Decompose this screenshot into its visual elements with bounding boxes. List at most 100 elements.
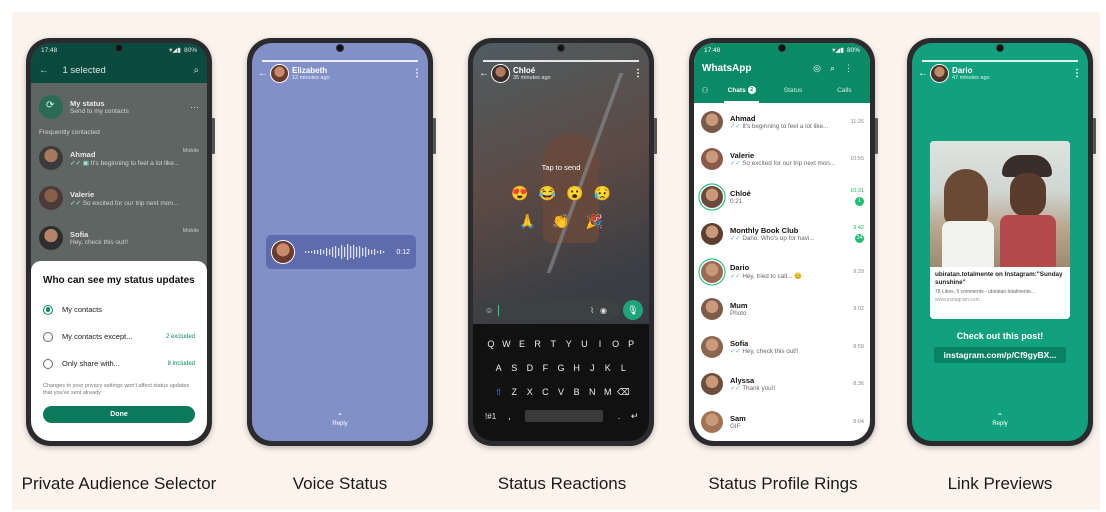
key[interactable]: P <box>623 339 639 349</box>
avatar[interactable] <box>701 148 723 171</box>
search-icon[interactable]: ⌕ <box>830 63 844 73</box>
more-vert-icon[interactable]: ⋮ <box>633 68 643 79</box>
avatar[interactable] <box>701 373 723 396</box>
attach-icon[interactable]: ⌇ <box>590 306 600 315</box>
status-ring-avatar[interactable] <box>701 260 723 283</box>
back-arrow-icon[interactable]: ← <box>258 68 268 79</box>
reply-button[interactable]: ⌃ Reply <box>252 413 428 428</box>
chat-row[interactable]: Mum Photo 9:02 <box>694 291 870 329</box>
contact-preview: Hey, check this out!! <box>70 239 129 246</box>
radio-selected[interactable] <box>43 304 53 315</box>
key[interactable]: M <box>600 387 616 397</box>
key[interactable]: R <box>530 339 546 349</box>
option-only-share[interactable]: Only share with... 8 included <box>43 350 195 377</box>
list-item[interactable]: Ahmad ✓✓ ▣ It's beginning to feel a lot … <box>31 138 207 178</box>
option-contacts-except[interactable]: My contacts except... 2 excluded <box>43 323 195 350</box>
back-arrow-icon[interactable]: ← <box>479 68 489 79</box>
my-status-row[interactable]: ⟳ My status Send to my contacts ··· <box>31 87 207 127</box>
key[interactable]: E <box>514 339 530 349</box>
comma-key[interactable]: , <box>502 411 518 421</box>
key[interactable]: C <box>538 387 554 397</box>
key[interactable]: B <box>569 387 585 397</box>
more-vert-icon[interactable]: ⋮ <box>1072 68 1082 79</box>
key[interactable]: S <box>506 363 522 373</box>
chat-row[interactable]: Sam GIF 8:04 <box>694 403 870 441</box>
status-link[interactable]: instagram.com/p/Cf9gyBX... <box>934 347 1066 363</box>
done-button[interactable]: Done <box>43 405 195 423</box>
tab-status[interactable]: Status <box>767 79 818 103</box>
chat-preview: ✓✓ Hey, tried to call... 😊 <box>730 273 802 281</box>
chat-row[interactable]: Dario ✓✓ Hey, tried to call... 😊 9:29 <box>694 253 870 291</box>
status-ring-avatar[interactable] <box>701 185 723 208</box>
more-vert-icon[interactable]: ⋮ <box>412 68 422 79</box>
key[interactable]: J <box>584 363 600 373</box>
radio[interactable] <box>43 331 53 342</box>
key[interactable]: D <box>522 363 538 373</box>
emoji-icon[interactable]: ☺ <box>485 306 493 315</box>
reaction-party[interactable]: 🎉 <box>586 213 603 230</box>
reaction-surprised[interactable]: 😮 <box>566 185 583 202</box>
list-item[interactable]: Valerie ✓✓ So excited for our trip next … <box>31 178 207 218</box>
reaction-clap[interactable]: 👏 <box>552 213 569 230</box>
key[interactable]: L <box>616 363 632 373</box>
back-arrow-icon[interactable]: ← <box>918 68 928 79</box>
chat-row[interactable]: Alyssa ✓✓ Thank you!! 8:36 <box>694 366 870 404</box>
camera-icon[interactable]: ◎ <box>813 63 830 73</box>
status-text: Check out this post! <box>956 331 1044 341</box>
voice-note[interactable]: 0:12 <box>266 235 416 269</box>
reaction-heart-eyes[interactable]: 😍 <box>511 185 528 202</box>
reply-input[interactable]: ☺ ⌇◉ <box>479 300 619 320</box>
community-icon[interactable]: ⚇ <box>694 79 716 103</box>
chat-name: Sam <box>730 413 746 423</box>
chat-row[interactable]: Monthly Book Club ✓✓ Dario: Who's up for … <box>694 216 870 254</box>
avatar[interactable] <box>701 410 723 433</box>
key[interactable]: I <box>592 339 608 349</box>
enter-key[interactable]: ↵ <box>627 411 643 422</box>
key[interactable]: U <box>577 339 593 349</box>
option-my-contacts[interactable]: My contacts <box>43 296 195 323</box>
tab-chats[interactable]: Chats 2 <box>716 79 767 103</box>
key[interactable]: A <box>491 363 507 373</box>
symbols-key[interactable]: !#1 <box>480 412 502 421</box>
status-header: ← Elizabeth 12 minutes ago ⋮ <box>258 65 422 82</box>
avatar[interactable] <box>701 298 723 321</box>
tab-calls[interactable]: Calls <box>819 79 870 103</box>
key[interactable]: N <box>584 387 600 397</box>
key[interactable]: K <box>600 363 616 373</box>
list-item[interactable]: Sofia Hey, check this out!! Mobile <box>31 218 207 258</box>
back-arrow-icon[interactable]: ← <box>39 65 49 76</box>
avatar[interactable] <box>701 335 723 358</box>
reaction-laugh[interactable]: 😂 <box>539 185 556 202</box>
key[interactable]: H <box>569 363 585 373</box>
chat-row[interactable]: Chloé 0:21 10:31 1 <box>694 178 870 216</box>
reaction-sad[interactable]: 😥 <box>593 185 610 202</box>
radio[interactable] <box>43 358 53 369</box>
reply-button[interactable]: ⌃ Reply <box>912 413 1088 428</box>
space-key[interactable] <box>525 410 604 422</box>
search-icon[interactable]: ⌕ <box>194 65 199 76</box>
chat-row[interactable]: Ahmad ✓✓ It's beginning to feel a lot lik… <box>694 103 870 141</box>
link-preview-card[interactable]: ubiratan.totalmente on Instagram:"Sunday… <box>930 141 1070 319</box>
reaction-pray[interactable]: 🙏 <box>519 213 536 230</box>
chat-row[interactable]: Sofia ✓✓ Hey, check this out!! 8:59 <box>694 328 870 366</box>
key[interactable]: Q <box>483 339 499 349</box>
period-key[interactable]: . <box>611 411 627 421</box>
key[interactable]: Z <box>506 387 522 397</box>
shift-key[interactable]: ⇧ <box>491 387 507 398</box>
camera-icon[interactable]: ◉ <box>600 306 613 315</box>
avatar[interactable] <box>701 223 723 246</box>
avatar[interactable] <box>701 110 723 133</box>
key[interactable]: Y <box>561 339 577 349</box>
more-vert-icon[interactable]: ⋮ <box>844 63 862 73</box>
key[interactable]: G <box>553 363 569 373</box>
key[interactable]: O <box>608 339 624 349</box>
key[interactable]: W <box>499 339 515 349</box>
key[interactable]: X <box>522 387 538 397</box>
backspace-key[interactable]: ⌫ <box>616 387 632 398</box>
key[interactable]: V <box>553 387 569 397</box>
mic-button[interactable]: 🎙 <box>623 300 643 320</box>
key[interactable]: T <box>545 339 561 349</box>
key[interactable]: F <box>538 363 554 373</box>
chat-row[interactable]: Valerie ✓✓ So excited for our trip next m… <box>694 141 870 179</box>
more-icon[interactable]: ··· <box>190 102 199 112</box>
